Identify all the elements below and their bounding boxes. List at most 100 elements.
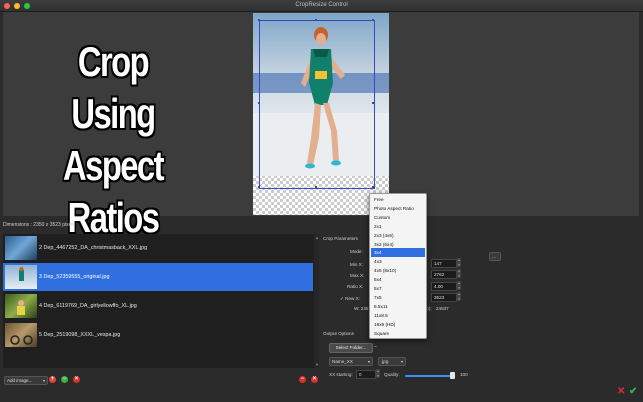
quality-label: Quality:	[384, 372, 400, 377]
new-y-field[interactable]: 3523	[431, 293, 457, 302]
format-value: .jpg	[381, 359, 389, 364]
image-list-scrollbar[interactable]: ▲ ▼	[314, 234, 319, 368]
chevron-down-icon: ▾	[400, 359, 403, 364]
menu-item[interactable]: 5x4	[371, 275, 425, 284]
ratio-y-field[interactable]: 4.00	[431, 282, 457, 291]
crop-handle-left[interactable]	[258, 102, 260, 104]
ratio-y-stepper[interactable]: ▴ ▾	[457, 281, 461, 290]
quality-value: 100	[460, 372, 468, 377]
cancel-icon[interactable]: ✕	[617, 386, 625, 397]
list-item[interactable]: 2 Dep_4467252_DA_christmasback_XXL.jpg	[3, 234, 313, 262]
new-y-stepper[interactable]: ▴ ▾	[457, 292, 461, 301]
menu-item[interactable]: 11x8.5	[371, 311, 425, 320]
thumbnail-image	[5, 236, 37, 260]
max-y-field[interactable]: 2762	[431, 270, 457, 279]
crop-handle-bottom-right[interactable]	[372, 186, 374, 188]
crop-rectangle[interactable]	[259, 20, 375, 189]
max-y-stepper[interactable]: ▴ ▾	[457, 269, 461, 278]
clear-icon[interactable]: ×	[73, 376, 80, 383]
ok-icon[interactable]: ✔	[629, 386, 637, 397]
crop-handle-right[interactable]	[372, 102, 374, 104]
menu-item[interactable]: 4x3	[371, 257, 425, 266]
menu-item[interactable]: 2x1	[371, 222, 425, 231]
window-title: CropResize Control	[295, 2, 348, 8]
menu-item[interactable]: 4x5 (8x10)	[371, 266, 425, 275]
menu-item[interactable]: 8.5x11	[371, 302, 425, 311]
ratio-x-label: Ratio X:	[347, 284, 364, 289]
file-name: 3 Dep_52359555_original.jpg	[39, 274, 110, 280]
crop-parameters-heading: Crop Parameters	[323, 236, 358, 241]
dimensions-label: Dimensions : 2350 x 3523 pixels	[3, 222, 75, 228]
crop-handle-bottom[interactable]	[315, 186, 317, 188]
list-item-selected[interactable]: 3 Dep_52359555_original.jpg	[3, 263, 313, 291]
xx-starting-value: 0	[359, 372, 362, 377]
xx-starting-stepper[interactable]: ▴ ▾	[376, 369, 380, 378]
new-x-label: X:	[355, 296, 360, 301]
list-item[interactable]: 4 Dep_6119769_DA_girlyellowffo_XL.jpg	[3, 292, 313, 320]
file-name: 5 Dep_2519098_XXXL_vespa.jpg	[39, 332, 121, 338]
promo-caption-line1: Crop Using	[71, 38, 156, 137]
folder-path: ~	[374, 344, 377, 349]
menu-item[interactable]: Photo Aspect Ratio	[371, 204, 425, 213]
menu-item[interactable]: Custom	[371, 213, 425, 222]
scroll-up-icon[interactable]: ▲	[315, 235, 319, 240]
menu-item[interactable]: Free	[371, 195, 425, 204]
kb-value: 24837	[435, 306, 449, 311]
menu-item-selected[interactable]: 3x4	[371, 248, 425, 258]
menu-item[interactable]: 7x5	[371, 293, 425, 302]
crop-handle-top[interactable]	[315, 19, 317, 21]
menu-item[interactable]: 3x2 (6x4)	[371, 240, 425, 249]
image-list[interactable]: 2 Dep_4467252_DA_christmasback_XXL.jpg 3…	[3, 234, 315, 368]
option-popup-value: ...	[492, 254, 496, 259]
crop-handle-top-left[interactable]	[258, 19, 260, 21]
delete-icon[interactable]: −	[299, 376, 306, 383]
promo-caption: Crop Using Aspect Ratios	[47, 36, 180, 244]
add-image-label: Add image...	[7, 378, 33, 383]
checkmark-icon: ✓	[340, 296, 344, 301]
output-options-heading: Output Options	[323, 331, 354, 336]
name-pattern-value: Name_XX	[332, 359, 353, 364]
new-label: New	[345, 296, 355, 301]
quality-slider-fill	[405, 375, 453, 377]
mode-label: Mode:	[350, 249, 363, 254]
menu-item[interactable]: Square	[371, 329, 425, 338]
chevron-down-icon: ▾	[42, 378, 45, 383]
chevron-down-icon: ▾	[367, 359, 370, 364]
min-y-field[interactable]: 147	[431, 259, 457, 268]
mode-dropdown-menu[interactable]: Free Photo Aspect Ratio Custom 2x1 2x3 (4x6)…	[369, 193, 427, 339]
promo-caption-line2: Aspect Ratios	[63, 142, 164, 241]
min-y-stepper[interactable]: ▴ ▾	[457, 258, 461, 267]
new-y-value: 3523	[434, 295, 445, 300]
xx-starting-field[interactable]: 0	[356, 370, 376, 379]
crop-handle-bottom-left[interactable]	[258, 186, 260, 188]
menu-item[interactable]: 16x9 (HD)	[371, 320, 425, 329]
new-size-checkbox[interactable]: ✓ New X:	[340, 296, 360, 302]
file-name: 4 Dep_6119769_DA_girlyellowffo_XL.jpg	[39, 303, 137, 309]
width-label: W: 235	[354, 306, 369, 311]
max-x-label: Max X:	[350, 273, 365, 278]
option-popup[interactable]: ...	[489, 252, 501, 261]
ratio-y-value: 4.00	[434, 284, 443, 289]
clear-all-icon[interactable]: ×	[311, 376, 318, 383]
add-icon[interactable]: +	[49, 376, 56, 383]
list-item[interactable]: 5 Dep_2519098_XXXL_vespa.jpg	[3, 321, 313, 349]
crop-handle-top-right[interactable]	[372, 19, 374, 21]
select-folder-button[interactable]: Select Folder...	[329, 343, 373, 353]
title-bar: CropResize Control	[0, 0, 643, 12]
min-y-value: 147	[434, 261, 442, 266]
format-popup[interactable]: .jpg ▾	[378, 357, 406, 366]
name-pattern-popup[interactable]: Name_XX ▾	[329, 357, 373, 366]
add-image-popup[interactable]: Add image... ▾	[4, 376, 48, 385]
menu-item[interactable]: 5x7	[371, 284, 425, 293]
max-y-value: 2762	[434, 272, 445, 277]
quality-slider-knob[interactable]	[450, 372, 455, 379]
menu-item[interactable]: 2x3 (4x6)	[371, 231, 425, 240]
xx-starting-label: XX starting:	[329, 372, 353, 377]
min-x-label: Min X:	[350, 262, 364, 267]
remove-icon[interactable]: −	[61, 376, 68, 383]
file-name: 2 Dep_4467252_DA_christmasback_XXL.jpg	[39, 245, 148, 251]
thumbnail-image	[5, 294, 37, 318]
file-size-label: kb): 24837	[424, 306, 449, 311]
scroll-down-icon[interactable]: ▼	[315, 362, 319, 367]
thumbnail-image	[5, 323, 37, 347]
